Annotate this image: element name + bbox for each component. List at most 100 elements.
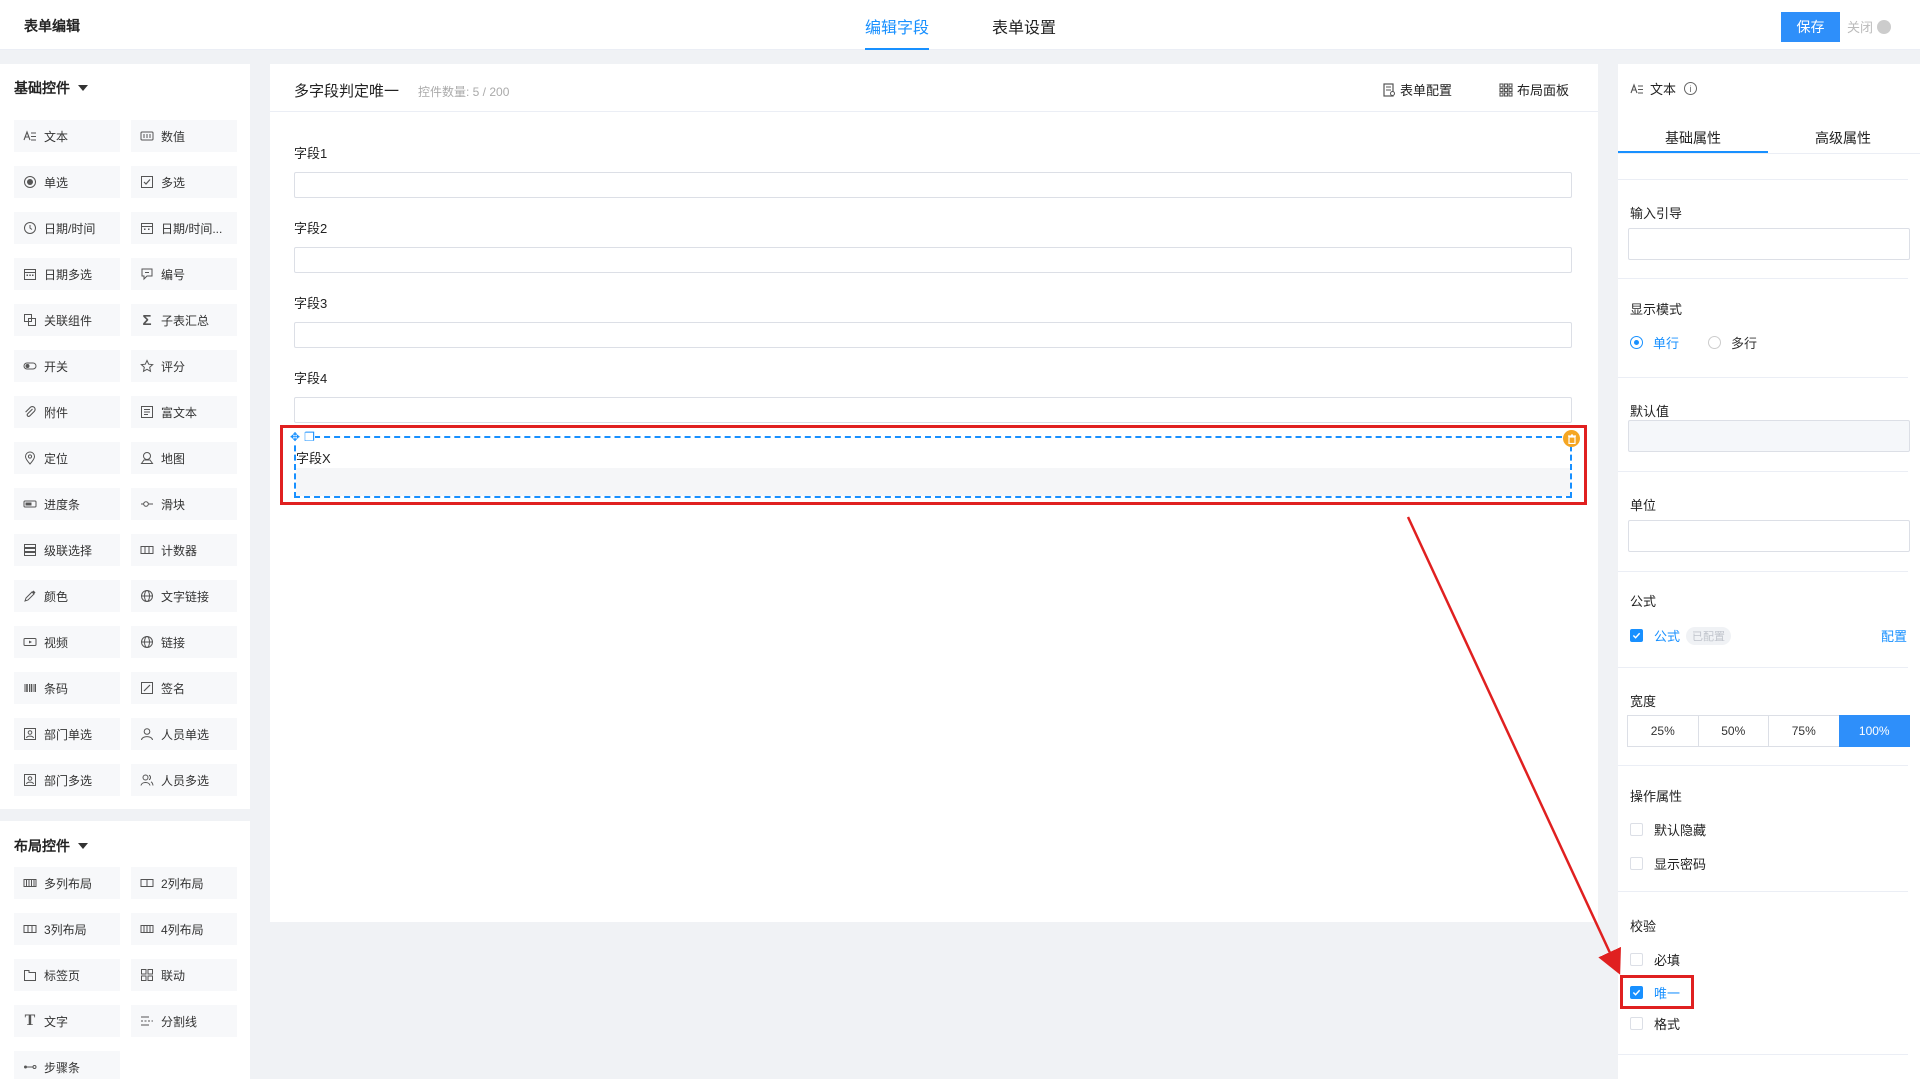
- unique-checkbox[interactable]: 唯一: [1630, 983, 1680, 1002]
- close-button[interactable]: 关闭: [1847, 17, 1892, 36]
- unit-field[interactable]: [1628, 520, 1910, 552]
- form-field-1[interactable]: 字段1: [294, 143, 1572, 198]
- width-option[interactable]: 25%: [1627, 715, 1699, 747]
- palette-control[interactable]: 关联组件: [14, 304, 120, 336]
- palette-control-label: 4列布局: [161, 922, 204, 937]
- palette-control[interactable]: 部门多选: [14, 764, 120, 796]
- format-checkbox[interactable]: 格式: [1630, 1014, 1680, 1033]
- radio-single-line[interactable]: 单行: [1630, 333, 1679, 352]
- palette-control[interactable]: 视频: [14, 626, 120, 658]
- drag-handle-icon[interactable]: ✥: [290, 430, 300, 444]
- layout-panel-button[interactable]: 布局面板: [1499, 80, 1569, 99]
- palette-control[interactable]: 步骤条: [14, 1051, 120, 1079]
- serial-icon: [139, 267, 155, 281]
- palette-control[interactable]: T 文字: [14, 1005, 120, 1037]
- required-checkbox[interactable]: 必填: [1630, 950, 1680, 969]
- sigma-icon: Σ: [142, 311, 152, 329]
- palette-control[interactable]: 编号: [131, 258, 237, 290]
- default-hidden-checkbox[interactable]: 默认隐藏: [1630, 820, 1706, 839]
- tab-basic-properties[interactable]: 基础属性: [1665, 128, 1721, 148]
- palette-control-label: 评分: [161, 359, 186, 374]
- palette-control[interactable]: 级联选择: [14, 534, 120, 566]
- calendar-multi-icon: [22, 267, 38, 281]
- check-icon: [1632, 632, 1641, 639]
- palette-control[interactable]: 附件: [14, 396, 120, 428]
- palette-control[interactable]: 文本: [14, 120, 120, 152]
- default-value-field[interactable]: [1628, 420, 1910, 452]
- palette-control[interactable]: 标签页: [14, 959, 120, 991]
- show-password-checkbox[interactable]: 显示密码: [1630, 854, 1706, 873]
- field-input[interactable]: [294, 397, 1572, 423]
- palette-control[interactable]: 地图: [131, 442, 237, 474]
- field-input[interactable]: [294, 172, 1572, 198]
- field-input[interactable]: [294, 247, 1572, 273]
- field-label: 字段X: [296, 451, 331, 466]
- palette-control[interactable]: 条码: [14, 672, 120, 704]
- palette-control-label: 日期多选: [44, 267, 93, 282]
- palette-control[interactable]: 分割线: [131, 1005, 237, 1037]
- paperclip-icon: [22, 405, 38, 419]
- form-config-label: 表单配置: [1400, 83, 1453, 98]
- palette-control[interactable]: 颜色: [14, 580, 120, 612]
- width-option[interactable]: 75%: [1768, 715, 1840, 747]
- palette-control[interactable]: 链接: [131, 626, 237, 658]
- radio-multi-line[interactable]: 多行: [1708, 333, 1757, 352]
- width-option[interactable]: 50%: [1697, 715, 1769, 747]
- palette-control[interactable]: 日期/时间: [14, 212, 120, 244]
- tab-edit-fields[interactable]: 编辑字段: [865, 14, 930, 50]
- group-divider: [0, 809, 250, 821]
- palette-control[interactable]: 人员多选: [131, 764, 237, 796]
- form-field-4[interactable]: 字段4: [294, 368, 1572, 423]
- operation-label: 操作属性: [1630, 789, 1683, 804]
- width-option[interactable]: 100%: [1838, 715, 1910, 747]
- form-config-button[interactable]: 表单配置: [1382, 80, 1452, 99]
- form-field-2[interactable]: 字段2: [294, 218, 1572, 273]
- palette-control[interactable]: 单选: [14, 166, 120, 198]
- palette-control[interactable]: 日期多选: [14, 258, 120, 290]
- palette-control-label: 标签页: [44, 968, 81, 983]
- formula-config-link[interactable]: 配置: [1881, 626, 1907, 645]
- palette-control[interactable]: 富文本: [131, 396, 237, 428]
- formula-configured-badge: 已配置: [1686, 626, 1732, 645]
- input-hint-field[interactable]: [1628, 228, 1910, 260]
- globe-icon: [139, 589, 155, 603]
- field-input[interactable]: [296, 468, 1570, 496]
- palette-control[interactable]: 部门单选: [14, 718, 120, 750]
- tab-form-settings[interactable]: 表单设置: [992, 14, 1056, 48]
- delete-field-button[interactable]: [1563, 430, 1580, 447]
- palette-control[interactable]: 日期/时间...: [131, 212, 237, 244]
- selected-form-field[interactable]: ✥ ❐ 字段X: [290, 430, 1580, 498]
- palette-control[interactable]: 2列布局: [131, 867, 237, 899]
- basic-controls-header[interactable]: 基础控件: [14, 78, 88, 98]
- palette-control[interactable]: 进度条: [14, 488, 120, 520]
- palette-control-label: 日期/时间: [44, 221, 96, 236]
- palette-control[interactable]: 3列布局: [14, 913, 120, 945]
- form-field-3[interactable]: 字段3: [294, 293, 1572, 348]
- palette-control[interactable]: 评分: [131, 350, 237, 382]
- palette-control[interactable]: 多列布局: [14, 867, 120, 899]
- palette-control[interactable]: 多选: [131, 166, 237, 198]
- palette-control[interactable]: 数值: [131, 120, 237, 152]
- top-bar: 表单编辑 编辑字段 表单设置 保存 关闭: [0, 0, 1920, 50]
- checkbox-box: [1630, 823, 1643, 836]
- check-icon: [1632, 989, 1641, 996]
- copy-icon[interactable]: ❐: [304, 430, 315, 444]
- palette-control[interactable]: 签名: [131, 672, 237, 704]
- palette-control-label: 文字: [44, 1014, 69, 1029]
- info-icon[interactable]: i: [1684, 82, 1698, 95]
- layout-controls-header[interactable]: 布局控件: [14, 836, 88, 856]
- tab-advanced-properties[interactable]: 高级属性: [1815, 128, 1871, 148]
- palette-control[interactable]: 计数器: [131, 534, 237, 566]
- palette-control[interactable]: 人员单选: [131, 718, 237, 750]
- palette-control[interactable]: 开关: [14, 350, 120, 382]
- field-input[interactable]: [294, 322, 1572, 348]
- palette-control[interactable]: 文字链接: [131, 580, 237, 612]
- palette-control[interactable]: Σ 子表汇总: [131, 304, 237, 336]
- save-button[interactable]: 保存: [1781, 12, 1840, 42]
- palette-control[interactable]: 联动: [131, 959, 237, 991]
- formula-checkbox[interactable]: 公式 已配置: [1630, 626, 1732, 645]
- signature-icon: [139, 681, 155, 695]
- palette-control[interactable]: 滑块: [131, 488, 237, 520]
- palette-control[interactable]: 定位: [14, 442, 120, 474]
- palette-control[interactable]: 4列布局: [131, 913, 237, 945]
